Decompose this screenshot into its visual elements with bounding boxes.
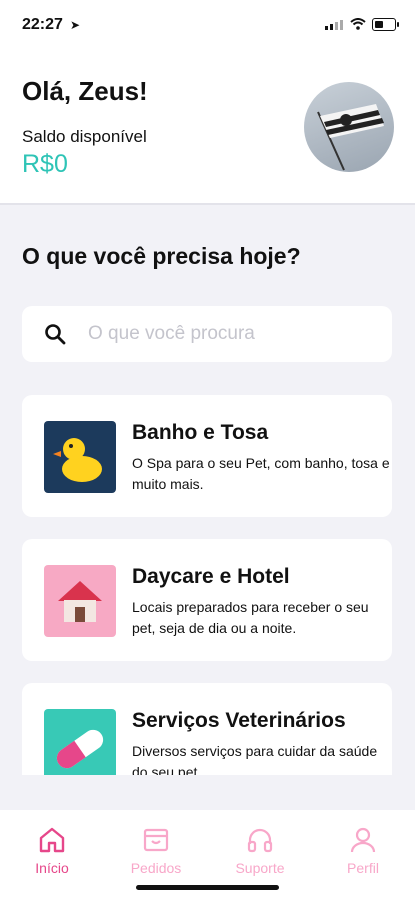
header: Olá, Zeus! Saldo disponível R$0 [0,50,415,205]
location-arrow-icon: ➤ [70,18,81,32]
service-card-veterinarios[interactable]: Serviços Veterinários Diversos serviços … [22,683,392,775]
tab-label: Pedidos [130,860,182,876]
wifi-icon [350,18,366,30]
search-bar[interactable] [22,306,392,362]
house-icon [44,565,116,637]
greeting: Olá, Zeus! [22,76,148,106]
service-card-banho-tosa[interactable]: Banho e Tosa O Spa para o seu Pet, com b… [22,395,392,517]
battery-icon [372,18,399,31]
tab-label: Perfil [347,860,379,876]
tab-label: Início [35,860,69,876]
service-card-daycare-hotel[interactable]: Daycare e Hotel Locais preparados para r… [22,539,392,661]
tab-perfil[interactable]: Perfil [323,824,403,876]
home-indicator [136,885,279,890]
avatar[interactable] [304,82,394,172]
pill-icon [44,709,116,775]
tab-label: Suporte [235,860,285,876]
box-icon [143,828,169,852]
service-title: Serviços Veterinários [132,709,346,732]
tab-inicio[interactable]: Início [12,824,92,876]
service-title: Daycare e Hotel [132,565,290,588]
service-description: Diversos serviços para cuidar da saúde d… [132,743,378,775]
service-list: Banho e Tosa O Spa para o seu Pet, com b… [0,395,415,775]
service-title: Banho e Tosa [132,421,269,444]
flag-photo-icon [317,104,384,171]
service-description: O Spa para o seu Pet, com banho, tosa e … [132,455,390,492]
tab-suporte[interactable]: Suporte [220,824,300,876]
balance-value: R$0 [22,150,68,178]
status-time: 22:27 [22,16,63,33]
home-icon [39,827,65,853]
user-icon [350,827,376,853]
cellular-signal-icon [325,20,343,30]
balance-label: Saldo disponível [22,127,147,146]
status-bar: 22:27 ➤ [0,0,415,50]
tab-pedidos[interactable]: Pedidos [116,824,196,876]
service-description: Locais preparados para receber o seu pet… [132,599,369,636]
headphones-icon [247,828,273,853]
section-title: O que você precisa hoje? [22,243,301,269]
duck-icon [44,421,116,493]
search-icon [45,324,66,345]
search-input[interactable] [86,322,370,346]
